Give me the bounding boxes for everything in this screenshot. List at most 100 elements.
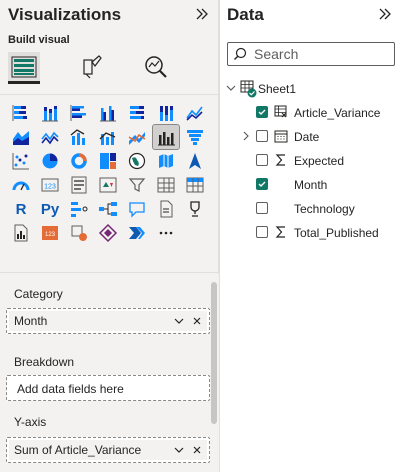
- chevron-down-icon[interactable]: [226, 83, 236, 93]
- category-well[interactable]: Month: [6, 308, 210, 334]
- python-visual-icon[interactable]: Py: [37, 197, 63, 221]
- r-script-visual-icon[interactable]: R: [8, 197, 34, 221]
- field-checkbox[interactable]: [256, 154, 268, 166]
- scatter-chart-icon[interactable]: [8, 149, 34, 173]
- field-name: Date: [294, 130, 320, 144]
- field-name: Expected: [294, 154, 345, 168]
- y-axis-field-name: Sum of Article_Variance: [14, 443, 142, 457]
- category-well-label: Category: [14, 287, 63, 301]
- more-visuals-icon[interactable]: [153, 221, 179, 245]
- remove-field-icon[interactable]: [191, 315, 203, 327]
- remove-field-icon[interactable]: [191, 444, 203, 456]
- data-pane: Data Sheet1 Article_Variance Date Expect…: [220, 0, 404, 472]
- search-icon: [234, 47, 247, 60]
- metrics-trophy-icon[interactable]: [182, 197, 208, 221]
- power-automate-icon[interactable]: [66, 221, 92, 245]
- table-node-sheet1[interactable]: Sheet1: [220, 76, 404, 100]
- power-apps-icon[interactable]: 123: [37, 221, 63, 245]
- wells-scrollbar[interactable]: [211, 282, 217, 424]
- calendar-icon: [274, 130, 288, 143]
- stacked-column-chart-icon[interactable]: [37, 101, 63, 125]
- field-row-month[interactable]: Month: [220, 172, 404, 196]
- donut-chart-icon[interactable]: [66, 149, 92, 173]
- filled-map-icon[interactable]: [153, 149, 179, 173]
- treemap-icon[interactable]: [95, 149, 121, 173]
- decomposition-tree-icon[interactable]: [95, 197, 121, 221]
- data-title: Data: [227, 5, 264, 24]
- line-and-stacked-column-chart-icon[interactable]: [66, 125, 92, 149]
- field-checkbox[interactable]: [256, 178, 268, 190]
- sigma-icon: [275, 154, 285, 166]
- analytics-tab[interactable]: [140, 52, 172, 84]
- checkmark-icon: [258, 109, 266, 115]
- y-axis-well-label: Y-axis: [14, 415, 47, 429]
- line-and-clustered-column-chart-icon[interactable]: [152, 124, 180, 150]
- field-row-total-published[interactable]: Total_Published: [220, 220, 404, 244]
- matrix-icon[interactable]: [182, 173, 208, 197]
- field-row-expected[interactable]: Expected: [220, 148, 404, 172]
- visualizations-title: Visualizations: [8, 5, 122, 24]
- field-checkbox[interactable]: [256, 130, 268, 142]
- svg-text:123: 123: [44, 184, 56, 191]
- breakdown-well[interactable]: Add data fields here: [6, 375, 210, 401]
- azure-map-icon[interactable]: [182, 149, 208, 173]
- field-checkbox[interactable]: [256, 202, 268, 214]
- key-influencers-icon[interactable]: [66, 197, 92, 221]
- kpi-icon[interactable]: [95, 173, 121, 197]
- power-automate-arrows-icon[interactable]: [124, 221, 150, 245]
- svg-text:123: 123: [45, 232, 56, 238]
- gauge-icon[interactable]: [8, 173, 34, 197]
- map-globe-icon[interactable]: [124, 149, 150, 173]
- chevron-right-icon[interactable]: [241, 131, 251, 141]
- field-name: Total_Published: [294, 226, 379, 240]
- build-tabs: [6, 52, 206, 88]
- smart-narrative-icon[interactable]: [153, 197, 179, 221]
- pie-chart-icon[interactable]: [37, 149, 63, 173]
- build-visual-tab[interactable]: [8, 52, 40, 84]
- table-icon[interactable]: [153, 173, 179, 197]
- qa-visual-icon[interactable]: [124, 197, 150, 221]
- area-chart-icon[interactable]: [8, 125, 34, 149]
- 100-stacked-column-chart-icon[interactable]: [153, 101, 179, 125]
- power-apps-diamond-icon[interactable]: [95, 221, 121, 245]
- stacked-area-chart-icon[interactable]: [37, 125, 63, 149]
- category-field-pill[interactable]: Month: [9, 311, 207, 331]
- card-icon[interactable]: 123: [37, 173, 63, 197]
- field-checkbox[interactable]: [256, 106, 268, 118]
- chevron-down-icon[interactable]: [173, 315, 185, 327]
- wells-divider: [0, 272, 219, 273]
- stacked-bar-chart-icon[interactable]: [8, 101, 34, 125]
- visual-types-grid: 123 R Py 123: [8, 101, 212, 245]
- format-visual-tab[interactable]: [76, 52, 108, 84]
- paginated-report-icon[interactable]: [8, 221, 34, 245]
- multi-row-card-icon[interactable]: [66, 173, 92, 197]
- collapse-visualizations-icon[interactable]: [194, 6, 210, 22]
- y-axis-field-pill[interactable]: Sum of Article_Variance: [9, 440, 207, 460]
- checked-badge-icon: [247, 88, 257, 98]
- chevron-down-icon[interactable]: [173, 444, 185, 456]
- clustered-column-chart-icon[interactable]: [95, 101, 121, 125]
- field-row-date[interactable]: Date: [220, 124, 404, 148]
- clustered-bar-chart-icon[interactable]: [66, 101, 92, 125]
- field-checkbox[interactable]: [256, 226, 268, 238]
- visualizations-pane: Visualizations Build visual 123 R Py 123…: [0, 0, 219, 472]
- field-row-article-variance[interactable]: Article_Variance: [220, 100, 404, 124]
- field-row-technology[interactable]: Technology: [220, 196, 404, 220]
- category-field-name: Month: [14, 314, 48, 328]
- 100-stacked-bar-chart-icon[interactable]: [124, 101, 150, 125]
- y-axis-well[interactable]: Sum of Article_Variance: [6, 437, 210, 463]
- data-search-box[interactable]: [227, 42, 395, 66]
- ribbon-chart-icon[interactable]: [124, 125, 150, 149]
- build-visual-label: Build visual: [8, 34, 70, 46]
- funnel-chart-icon[interactable]: [182, 125, 208, 149]
- line-and-clustered-column-chart-icon-alt[interactable]: [95, 125, 121, 149]
- field-name: Month: [294, 178, 328, 192]
- search-input[interactable]: [254, 45, 392, 63]
- field-name: Technology: [294, 202, 355, 216]
- slicer-icon[interactable]: [124, 173, 150, 197]
- format-brush-icon: [83, 55, 102, 79]
- line-chart-icon[interactable]: [182, 101, 208, 125]
- build-visual-icon: [11, 56, 37, 78]
- checkmark-icon: [258, 181, 266, 187]
- collapse-data-icon[interactable]: [377, 6, 393, 22]
